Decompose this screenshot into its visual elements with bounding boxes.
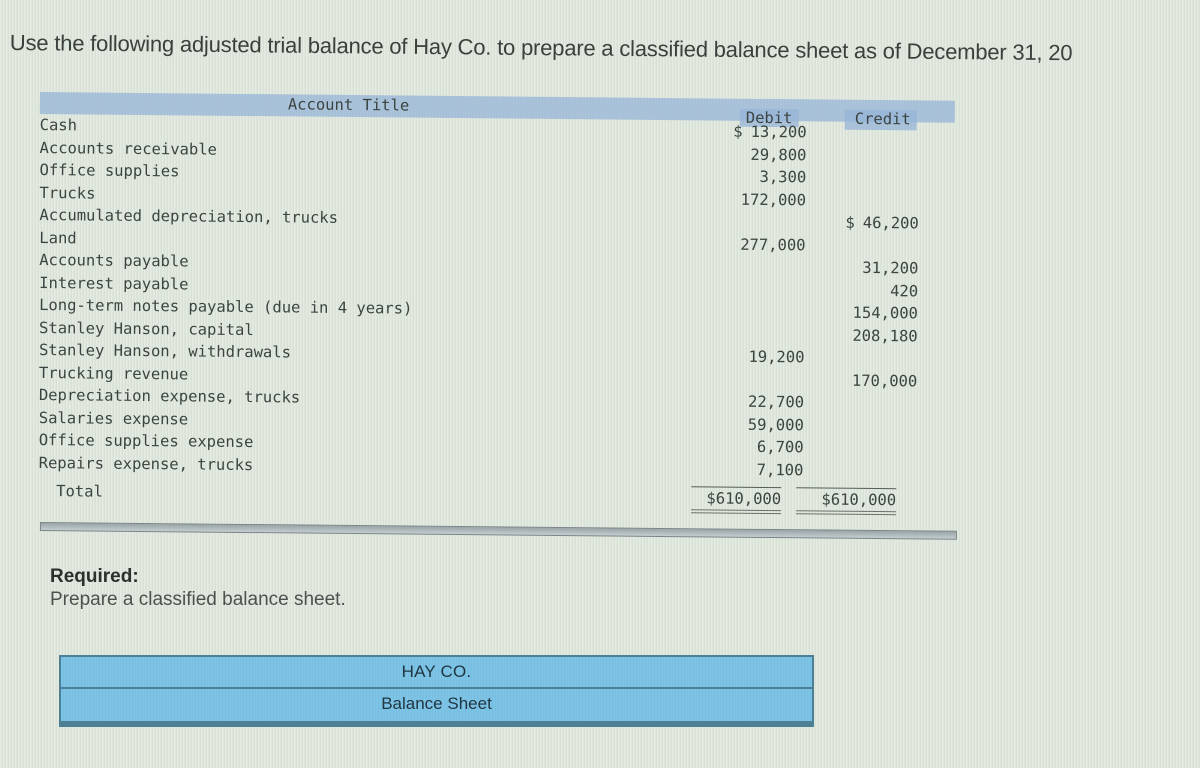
credit-cell: 420 [808,279,918,302]
account-title-cell: Salaries expense [38,408,189,428]
debit-value: 172,000 [740,190,807,209]
debit-cell: $13,200 [697,120,807,143]
debit-cell [696,210,806,211]
credit-value: 154,000 [852,303,919,323]
debit-cell: 29,800 [696,143,806,166]
debit-value: 19,200 [748,347,805,367]
instruction-text: Use the following adjusted trial balance… [9,30,1073,66]
debit-value: 7,100 [756,460,804,479]
debit-value: 3,300 [759,167,807,187]
debit-cell: 7,100 [693,458,804,481]
account-title-cell: Repairs expense, trucks [38,453,254,474]
account-title-cell: Land [39,228,77,247]
debit-cell: 6,700 [694,435,804,458]
table-bottom-divider [39,522,957,540]
trial-balance-rows: Cash $13,200 Accounts receivable 29,800 Offi… [36,114,955,516]
credit-cell [810,144,920,145]
credit-cell: 31,200 [808,256,918,279]
account-title-cell: Cash [39,115,78,135]
credit-cell [810,121,920,122]
debit-value: 13,200 [750,122,807,142]
account-title-cell: Trucking revenue [38,363,189,383]
debit-cell [695,300,805,301]
account-title-cell: Depreciation expense, trucks [38,386,301,407]
debit-cell: 19,200 [694,345,804,368]
account-title-cell: Stanley Hanson, capital [38,318,254,339]
balance-sheet-company: HAY CO. [61,657,812,689]
credit-cell: 170,000 [807,369,917,392]
credit-cell [807,459,917,460]
debit-cell: 59,000 [694,413,804,436]
debit-cell: 3,300 [696,165,806,188]
credit-cell [809,189,919,190]
account-title-cell: Accumulated depreciation, trucks [39,206,339,227]
debit-cell [695,323,805,324]
debit-value: 59,000 [747,415,804,434]
account-title-cell: Long-term notes payable (due in 4 years) [39,296,413,318]
credit-cell: 208,180 [808,324,918,347]
total-row: Total $610,000 $610,000 [56,480,951,516]
credit-value: 208,180 [852,326,918,345]
debit-value: 277,000 [740,235,806,254]
credit-value: 46,200 [862,213,919,233]
balance-sheet-form: HAY CO. Balance Sheet [59,655,814,727]
trial-balance-table: Account Title Debit Credit Cash $13,200 Ac… [36,92,955,516]
credit-cell: 154,000 [808,301,918,324]
currency-symbol: $ [733,122,743,141]
credit-cell [807,414,917,415]
credit-value: 31,200 [862,258,919,278]
account-title-cell: Office supplies expense [38,431,254,452]
debit-cell: 22,700 [694,390,804,413]
total-debit: $610,000 [690,486,782,515]
debit-cell [695,278,805,279]
total-label: Total [56,482,103,501]
currency-symbol: $ [845,213,855,232]
credit-value: 170,000 [851,371,918,390]
account-title-cell: Accounts payable [39,251,189,271]
account-title-cell: Trucks [39,183,96,203]
debit-cell: 277,000 [695,233,805,256]
account-title-cell: Office supplies [39,160,180,181]
debit-cell [695,255,805,256]
balance-sheet-title: Balance Sheet [61,689,812,725]
required-text: Prepare a classified balance sheet. [50,589,346,610]
credit-cell [809,234,919,235]
header-account-title: Account Title [287,95,410,115]
debit-cell: 172,000 [696,188,806,211]
credit-cell [808,346,918,347]
credit-cell [807,391,917,392]
account-title-cell: Stanley Hanson, withdrawals [38,341,292,362]
debit-value: 6,700 [756,437,804,457]
credit-cell [807,436,917,437]
required-label: Required: [50,566,139,587]
debit-cell [694,368,804,369]
account-title-cell: Accounts receivable [39,138,217,159]
debit-value: 22,700 [747,392,805,412]
account-title-cell: Interest payable [39,273,189,293]
credit-cell [809,166,919,167]
required-section: Required: Prepare a classified balance s… [50,566,346,611]
total-credit: $610,000 [795,487,897,516]
credit-value: 420 [890,281,919,300]
credit-cell: $46,200 [809,211,919,234]
debit-value: 29,800 [750,145,807,164]
